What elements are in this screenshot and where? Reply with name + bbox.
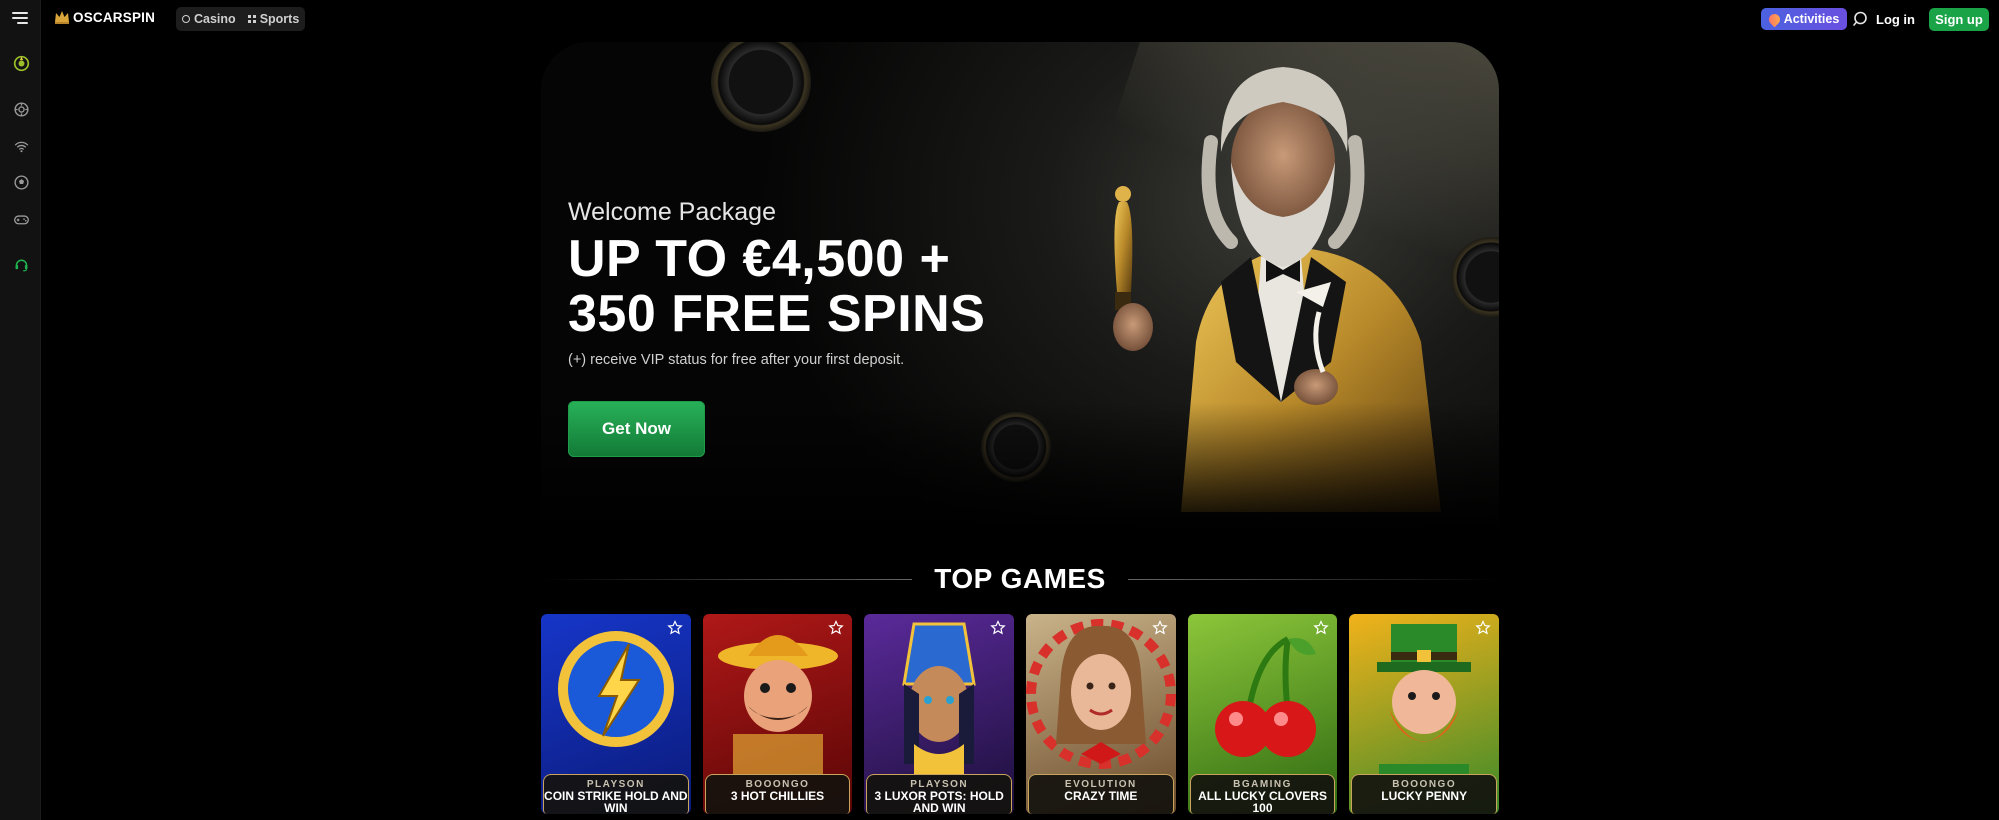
game-card[interactable]: EVOLUTION CRAZY TIME: [1026, 614, 1176, 814]
mode-casino-label: Casino: [194, 12, 236, 26]
activities-button[interactable]: Activities: [1761, 8, 1847, 30]
brand-name: OSCARSPIN: [73, 9, 156, 25]
sports-grid-icon: [247, 15, 256, 23]
game-card[interactable]: BOOONGO 3 HOT CHILLIES: [702, 614, 853, 814]
rocket-icon: [1766, 11, 1782, 27]
live-signal-icon[interactable]: [8, 133, 34, 159]
favorite-star-icon[interactable]: [666, 620, 683, 636]
game-label: BOOONGO LUCKY PENNY: [1351, 774, 1498, 814]
signup-button[interactable]: Sign up: [1929, 8, 1989, 31]
hero-banner: Welcome Package UP TO €4,500 + 350 FREE …: [541, 42, 1499, 532]
divider: [541, 578, 913, 580]
get-now-button[interactable]: Get Now: [568, 401, 705, 457]
hero-title-line1: UP TO €4,500 +: [568, 230, 951, 288]
activities-label: Activities: [1783, 12, 1840, 26]
gamepad-icon[interactable]: [8, 206, 34, 232]
game-card[interactable]: PLAYSON 3 LUXOR POTS: HOLD AND WIN: [864, 614, 1015, 814]
game-label: BGAMING ALL LUCKY CLOVERS 100: [1189, 774, 1336, 814]
game-name: LUCKY PENNY: [1381, 789, 1468, 803]
favorite-star-icon[interactable]: [990, 620, 1006, 636]
hero-subtitle: Welcome Package: [568, 198, 776, 226]
game-label: PLAYSON COIN STRIKE HOLD AND WIN: [543, 774, 689, 814]
game-name: CRAZY TIME: [1064, 789, 1138, 803]
hero-title-line2: 350 FREE SPINS: [568, 285, 986, 343]
game-label: EVOLUTION CRAZY TIME: [1028, 774, 1174, 814]
crown-icon: [55, 11, 69, 24]
poker-chip-decoration: [696, 42, 826, 147]
top-header: OSCARSPIN Casino Sports Activities Log i…: [0, 0, 1999, 38]
game-label: PLAYSON 3 LUXOR POTS: HOLD AND WIN: [866, 774, 1013, 814]
hero-note: (+) receive VIP status for free after yo…: [568, 352, 905, 368]
login-button[interactable]: Log in: [1876, 9, 1915, 29]
casino-chip-icon: [182, 15, 190, 23]
hero-title: UP TO €4,500 + 350 FREE SPINS: [568, 232, 985, 342]
favorite-star-icon[interactable]: [1313, 620, 1330, 636]
wheel-bonus-icon[interactable]: [8, 50, 34, 76]
game-name: 3 LUXOR POTS: HOLD AND WIN: [874, 789, 1004, 814]
mode-casino[interactable]: Casino: [182, 12, 236, 26]
game-card[interactable]: PLAYSON COIN STRIKE HOLD AND WIN: [541, 614, 691, 814]
game-name: ALL LUCKY CLOVERS 100: [1198, 789, 1327, 814]
support-headset-icon[interactable]: [8, 251, 34, 277]
favorite-star-icon[interactable]: [828, 620, 845, 636]
game-card[interactable]: BOOONGO LUCKY PENNY: [1349, 614, 1500, 814]
divider: [1127, 578, 1500, 580]
mode-sports-label: Sports: [259, 12, 300, 26]
sidebar: [0, 0, 41, 820]
game-card[interactable]: BGAMING ALL LUCKY CLOVERS 100: [1187, 614, 1338, 814]
game-name: COIN STRIKE HOLD AND WIN: [544, 789, 688, 814]
favorite-star-icon[interactable]: [1151, 620, 1168, 636]
mode-switch: Casino Sports: [176, 7, 306, 31]
chat-search-icon[interactable]: [1851, 10, 1869, 28]
brand-logo[interactable]: OSCARSPIN: [54, 9, 155, 25]
game-name: 3 HOT CHILLIES: [730, 789, 825, 803]
menu-toggle-icon[interactable]: [8, 6, 32, 30]
game-label: BOOONGO 3 HOT CHILLIES: [704, 774, 851, 814]
favorite-star-icon[interactable]: [1475, 620, 1491, 636]
top-games-list: PLAYSON COIN STRIKE HOLD AND WIN BOOONGO…: [541, 614, 1500, 814]
casino-chip-icon[interactable]: [8, 96, 34, 122]
top-games-heading: TOP GAMES: [541, 562, 1500, 596]
football-icon[interactable]: [8, 169, 34, 195]
top-games-title: TOP GAMES: [934, 563, 1106, 594]
mode-sports[interactable]: Sports: [247, 12, 300, 26]
